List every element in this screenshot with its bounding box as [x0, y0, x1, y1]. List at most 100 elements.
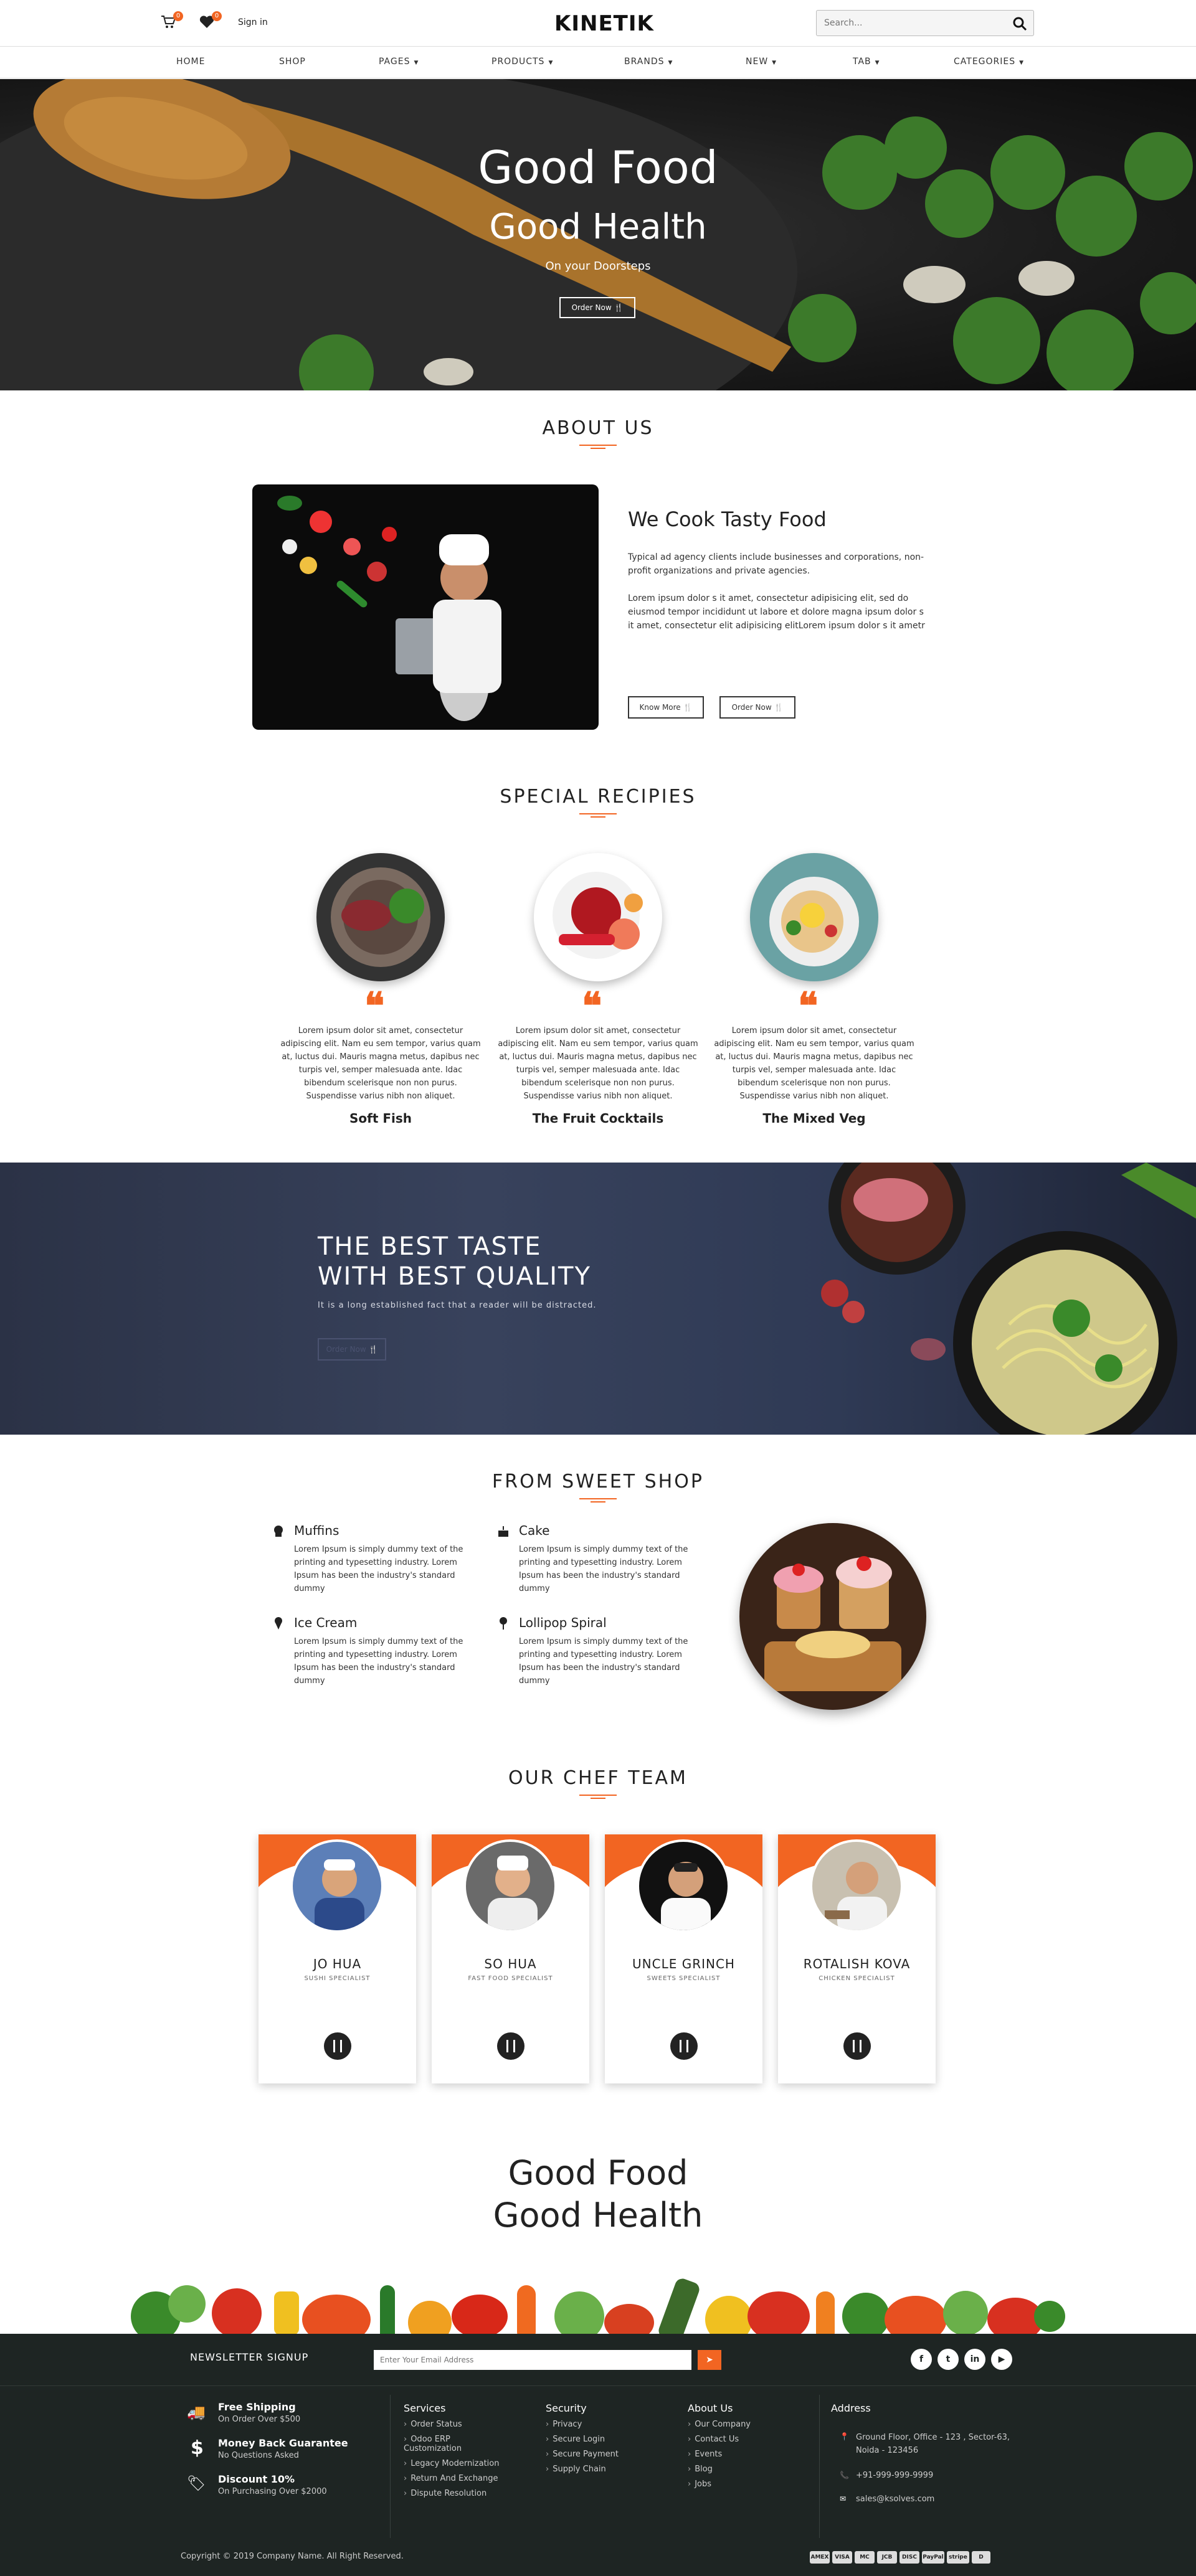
footer-link[interactable]: Odoo ERP Customization — [404, 2435, 485, 2453]
caret-down-icon: ▼ — [875, 60, 880, 66]
nav-item-new[interactable]: NEW ▼ — [746, 57, 777, 67]
chef-name: UNCLE GRINCH — [632, 1956, 735, 1971]
lollipop-icon — [496, 1616, 510, 1630]
best-taste-banner: THE BEST TASTE WITH BEST QUALITY It is a… — [0, 1163, 1196, 1435]
footer-column-title: About Us — [688, 2402, 733, 2414]
send-icon: ➤ — [706, 2355, 713, 2365]
footer-link[interactable]: Privacy — [546, 2420, 670, 2429]
chef-card[interactable]: ROTALISH KOVA CHICKEN SPECIALIST — [778, 1834, 936, 2083]
youtube-icon[interactable]: ▶ — [991, 2349, 1012, 2370]
mastercard-icon: MC — [855, 2551, 875, 2564]
about-paragraph-1: Typical ad agency clients include busine… — [628, 552, 924, 576]
feature-subtitle: No Questions Asked — [218, 2451, 299, 2460]
footer-link[interactable]: Events — [688, 2450, 812, 2459]
banner-title-line2: WITH BEST QUALITY — [318, 1262, 591, 1291]
sweet-item-description: Lorem Ipsum is simply dummy text of the … — [294, 1637, 463, 1686]
utensils-icon[interactable] — [843, 2032, 871, 2060]
banner-order-now-button[interactable]: Order Now 🍴 — [318, 1338, 386, 1361]
footer-services: Services Order Status Odoo ERP Customiza… — [404, 2402, 528, 2498]
phone-icon: 📞 — [840, 2471, 849, 2479]
hero-banner: Good Food Good Health On your Doorsteps … — [0, 79, 1196, 390]
footer-link[interactable]: Our Company — [688, 2420, 812, 2429]
nav-item-brands[interactable]: BRANDS ▼ — [624, 57, 673, 67]
cake-icon — [496, 1524, 510, 1538]
feature-title: Discount 10% — [218, 2473, 295, 2485]
sweet-item-ice-cream: Ice Cream Lorem Ipsum is simply dummy te… — [272, 1615, 483, 1687]
utensils-icon[interactable] — [324, 2032, 351, 2060]
footer-link[interactable]: Blog — [688, 2465, 812, 2474]
recipe-name: The Mixed Veg — [762, 1111, 866, 1126]
search-box — [816, 10, 1034, 36]
banner-title-line1: THE BEST TASTE — [318, 1232, 542, 1261]
facebook-icon[interactable]: f — [911, 2349, 932, 2370]
about-chef-image — [252, 484, 599, 730]
nav-item-pages[interactable]: PAGES ▼ — [379, 57, 419, 67]
email-text[interactable]: sales@ksolves.com — [856, 2494, 934, 2504]
site-logo[interactable]: KINETIK — [554, 11, 654, 36]
chef-avatar — [463, 1839, 557, 1933]
hero-subtitle: On your Doorsteps — [545, 260, 651, 273]
nav-item-shop[interactable]: SHOP — [279, 57, 306, 67]
chef-avatar — [290, 1839, 384, 1933]
know-more-button[interactable]: Know More 🍴 — [628, 696, 704, 719]
feature-title: Money Back Guarantee — [218, 2437, 348, 2449]
truck-icon: 🚚 — [187, 2404, 206, 2421]
chef-card[interactable]: JO HUA SUSHI SPECIALIST — [259, 1834, 416, 2083]
chef-avatar — [637, 1839, 730, 1933]
feature-subtitle: On Purchasing Over $2000 — [218, 2487, 327, 2496]
title-underline — [579, 1498, 617, 1503]
hero-title-line1: Good Food — [478, 141, 718, 194]
sign-in-link[interactable]: Sign in — [238, 17, 268, 27]
footer-column-title: Security — [546, 2402, 587, 2414]
about-order-now-button[interactable]: Order Now 🍴 — [719, 696, 795, 719]
newsletter-submit-button[interactable]: ➤ — [698, 2350, 721, 2370]
search-input[interactable] — [817, 11, 997, 35]
feature-subtitle: On Order Over $500 — [218, 2415, 301, 2424]
nav-item-products[interactable]: PRODUCTS ▼ — [491, 57, 553, 67]
nav-item-tab[interactable]: TAB ▼ — [853, 57, 880, 67]
newsletter-email-input[interactable] — [374, 2350, 691, 2370]
footer-link[interactable]: Secure Payment — [546, 2450, 670, 2459]
chef-avatar — [810, 1839, 903, 1933]
utensils-icon[interactable] — [497, 2032, 524, 2060]
chef-role: FAST FOOD SPECIALIST — [468, 1975, 553, 1982]
newsletter-label: NEWSLETTER SIGNUP — [190, 2351, 309, 2363]
chef-role: SWEETS SPECIALIST — [647, 1975, 721, 1982]
search-icon[interactable] — [1012, 16, 1027, 31]
recipes-section-title: SPECIAL RECIPIES — [500, 786, 696, 808]
footer-link[interactable]: Dispute Resolution — [404, 2489, 528, 2498]
footer-link[interactable]: Order Status — [404, 2420, 528, 2429]
sweet-item-name: Cake — [519, 1523, 550, 1538]
discover-icon: DISC — [899, 2551, 919, 2564]
address-text: Ground Floor, Office - 123 , Sector-63, … — [856, 2433, 1010, 2455]
wishlist-icon[interactable]: 0 — [199, 11, 222, 30]
bottom-title-line1: Good Food — [508, 2153, 688, 2192]
footer-link[interactable]: Jobs — [688, 2479, 812, 2489]
chef-card[interactable]: SO HUA FAST FOOD SPECIALIST — [432, 1834, 589, 2083]
linkedin-icon[interactable]: in — [964, 2349, 985, 2370]
chef-name: ROTALISH KOVA — [803, 1956, 911, 1971]
phone-text[interactable]: +91-999-999-9999 — [856, 2471, 933, 2480]
title-underline — [579, 813, 617, 818]
hero-order-now-button[interactable]: Order Now 🍴 — [559, 297, 635, 318]
twitter-icon[interactable]: t — [937, 2349, 959, 2370]
footer-link[interactable]: Contact Us — [688, 2435, 812, 2444]
chef-card[interactable]: UNCLE GRINCH SWEETS SPECIALIST — [605, 1834, 762, 2083]
utensils-icon[interactable] — [670, 2032, 698, 2060]
dollar-icon: $ — [191, 2437, 204, 2459]
sweet-item-description: Lorem Ipsum is simply dummy text of the … — [519, 1637, 688, 1686]
footer-about: About Us Our Company Contact Us Events B… — [688, 2402, 812, 2489]
cart-icon[interactable]: 0 — [161, 11, 183, 30]
quote-icon: ❝ — [582, 984, 602, 1028]
about-paragraph-2: Lorem ipsum dolor s it amet, consectetur… — [628, 593, 925, 631]
footer-link[interactable]: Legacy Modernization — [404, 2459, 528, 2468]
utensils-icon: 🍴 — [614, 303, 624, 312]
nav-item-home[interactable]: HOME — [176, 57, 205, 67]
top-bar: 0 0 Sign in KINETIK — [0, 0, 1196, 46]
footer-link[interactable]: Return And Exchange — [404, 2474, 528, 2483]
nav-item-categories[interactable]: CATEGORIES ▼ — [954, 57, 1024, 67]
sweet-section-title: FROM SWEET SHOP — [492, 1471, 704, 1493]
footer-link[interactable]: Secure Login — [546, 2435, 670, 2444]
footer-link[interactable]: Supply Chain — [546, 2465, 670, 2474]
sweet-item-description: Lorem Ipsum is simply dummy text of the … — [294, 1545, 463, 1593]
